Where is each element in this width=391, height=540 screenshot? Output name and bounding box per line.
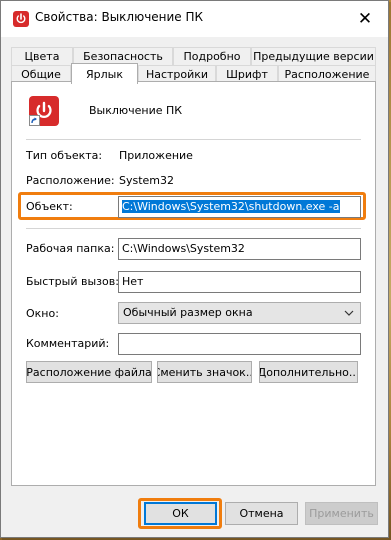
tab-previous-versions[interactable]: Предыдущие версии xyxy=(251,47,376,65)
shortcut-name: Выключение ПК xyxy=(89,104,183,117)
apply-button[interactable]: Применить xyxy=(305,502,378,525)
workdir-field[interactable]: C:\Windows\System32 xyxy=(118,238,361,260)
hotkey-field[interactable]: Нет xyxy=(118,271,361,293)
comment-label: Комментарий: xyxy=(26,337,110,350)
title-bar[interactable]: Свойства: Выключение ПК ✕ xyxy=(1,1,388,37)
advanced-button[interactable]: Дополнительно... xyxy=(259,361,358,383)
run-value: Обычный размер окна xyxy=(123,306,253,319)
target-value: C:\Windows\System32\shutdown.exe -a xyxy=(122,200,340,213)
change-icon-button[interactable]: Сменить значок... xyxy=(157,361,252,383)
ok-button[interactable]: ОК xyxy=(144,502,217,525)
shortcut-arrow-icon xyxy=(29,115,40,126)
location-label: Расположение: xyxy=(26,174,115,187)
run-select[interactable]: Обычный размер окна xyxy=(118,302,361,324)
window-title: Свойства: Выключение ПК xyxy=(35,10,204,24)
divider xyxy=(26,139,361,140)
target-label: Объект: xyxy=(26,200,73,213)
tab-colors[interactable]: Цвета xyxy=(11,47,73,65)
type-value: Приложение xyxy=(119,149,193,162)
open-file-location-button[interactable]: Расположение файла xyxy=(26,361,152,383)
hotkey-label: Быстрый вызов: xyxy=(26,275,119,288)
comment-field[interactable] xyxy=(118,333,361,355)
location-value: System32 xyxy=(119,174,175,187)
run-label: Окно: xyxy=(26,307,59,320)
tab-details[interactable]: Подробно xyxy=(173,47,251,65)
power-icon xyxy=(13,11,29,27)
workdir-label: Рабочая папка: xyxy=(26,242,115,255)
properties-dialog: Свойства: Выключение ПК ✕ Цвета Безопасн… xyxy=(0,0,389,538)
type-label: Тип объекта: xyxy=(26,149,103,162)
cancel-button[interactable]: Отмена xyxy=(225,502,298,525)
divider xyxy=(26,228,361,229)
chevron-down-icon xyxy=(344,310,354,316)
target-field[interactable]: C:\Windows\System32\shutdown.exe -a xyxy=(118,196,361,218)
close-button[interactable]: ✕ xyxy=(342,1,388,37)
close-icon: ✕ xyxy=(357,9,373,29)
tab-shortcut[interactable]: Ярлык xyxy=(71,63,138,84)
